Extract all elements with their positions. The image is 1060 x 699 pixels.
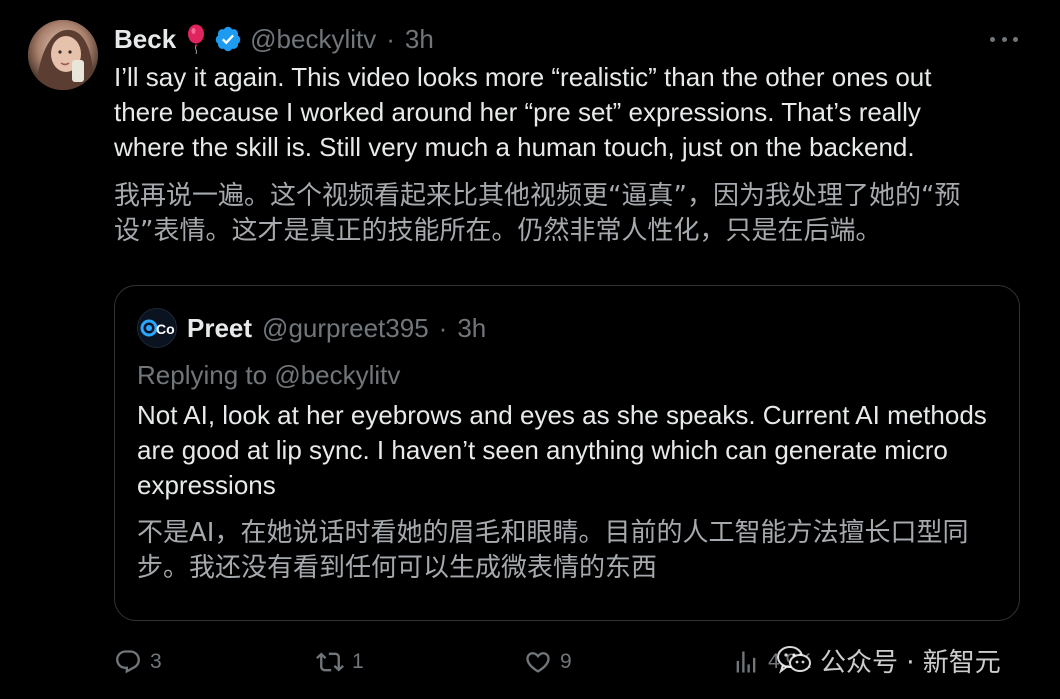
author-handle[interactable]: @beckylitv [250, 22, 376, 56]
quote-logo-icon: Co [138, 309, 176, 347]
quote-timestamp[interactable]: 3h [457, 313, 486, 344]
balloon-icon [186, 24, 206, 54]
like-count: 9 [560, 650, 572, 673]
retweet-button[interactable]: 1 [316, 640, 364, 684]
replying-to-line: Replying to @beckylitv [137, 358, 400, 392]
tweet-text: I’ll say it again. This video looks more… [114, 62, 932, 162]
quote-translation: 不是AI，在她说话时看她的眉毛和眼睛。目前的人工智能方法擅长口型同步。我还没有看… [137, 518, 969, 583]
tweet-card: Beck @beckylitv · 3h I’ll say it again. … [0, 0, 1060, 699]
replying-to-mention[interactable]: @beckylitv [274, 360, 400, 390]
reply-button[interactable]: 3 [114, 640, 162, 684]
heart-icon [526, 652, 550, 673]
action-bar: 3 1 9 4.9K [114, 640, 1020, 684]
quote-author-handle[interactable]: @gurpreet395 [262, 313, 429, 344]
quote-header-separator: · [438, 312, 448, 343]
views-count: 4.9K [768, 650, 812, 673]
retweet-count: 1 [352, 650, 364, 673]
replying-prefix: Replying to [137, 360, 268, 390]
views-bar-chart-icon [736, 651, 756, 673]
quote-header: Co Preet @gurpreet395 · 3h [137, 308, 486, 348]
quote-author-name[interactable]: Preet [187, 313, 252, 344]
quote-author-avatar[interactable]: Co [137, 308, 177, 348]
like-button[interactable]: 9 [524, 640, 572, 684]
more-dots-icon[interactable] [990, 34, 1018, 44]
retweet-icon [316, 652, 344, 672]
tweet-timestamp[interactable]: 3h [405, 22, 434, 56]
header-separator: · [386, 24, 395, 54]
quote-text: Not AI, look at her eyebrows and eyes as… [137, 400, 987, 500]
tweet-header: Beck @beckylitv · 3h [114, 22, 434, 56]
tweet-translation: 我再说一遍。这个视频看起来比其他视频更“逼真”，因为我处理了她的“预设”表情。这… [114, 181, 961, 246]
quote-avatar-text: Co [156, 321, 175, 337]
avatar-portrait-icon [28, 20, 98, 90]
quoted-tweet[interactable]: Co Preet @gurpreet395 · 3h Replying to @… [114, 285, 1020, 621]
reply-count: 3 [150, 650, 162, 673]
reply-bubble-icon [116, 650, 140, 674]
author-name[interactable]: Beck [114, 22, 176, 56]
verified-badge-icon [214, 25, 242, 53]
views-button[interactable]: 4.9K [732, 640, 811, 684]
author-avatar[interactable] [28, 20, 98, 90]
